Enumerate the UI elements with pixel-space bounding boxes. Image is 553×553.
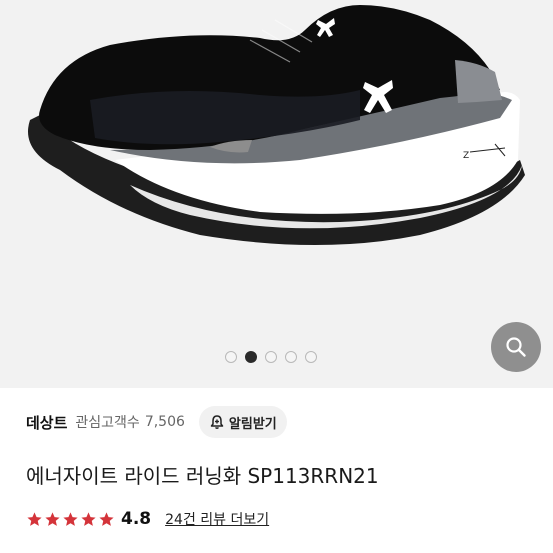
star-icon (63, 511, 78, 526)
search-icon (506, 337, 526, 357)
bell-plus-icon (210, 415, 224, 429)
star-icon (27, 511, 42, 526)
reviews-link[interactable]: 24건 리뷰 더보기 (165, 509, 269, 529)
product-image-carousel[interactable]: Z (0, 0, 553, 388)
product-title: 에너자이트 라이드 러닝화 SP113RRN21 (26, 464, 379, 488)
brand-row: 데상트 관심고객수 7,506 알림받기 (26, 405, 526, 439)
star-icon (81, 511, 96, 526)
interest-label: 관심고객수 (75, 415, 140, 431)
brand-name[interactable]: 데상트 (26, 412, 67, 433)
star-icon (45, 511, 60, 526)
rating-row: 4.8 24건 리뷰 더보기 (26, 507, 269, 531)
carousel-dot[interactable] (285, 351, 297, 363)
rating-value: 4.8 (121, 509, 152, 529)
carousel-dot[interactable] (305, 351, 317, 363)
notify-label: 알림받기 (228, 416, 277, 432)
carousel-dot-active[interactable] (245, 351, 257, 363)
shoe-logo-text: Z (463, 151, 469, 161)
rating-stars (26, 511, 115, 528)
zoom-button[interactable] (491, 322, 541, 372)
carousel-indicator (225, 351, 317, 363)
carousel-dot[interactable] (265, 351, 277, 363)
notify-button[interactable]: 알림받기 (198, 406, 287, 438)
star-icon (99, 511, 114, 526)
product-image-shoe: Z (28, 5, 525, 245)
interest-count: 7,506 (144, 414, 185, 430)
carousel-dot[interactable] (225, 351, 237, 363)
